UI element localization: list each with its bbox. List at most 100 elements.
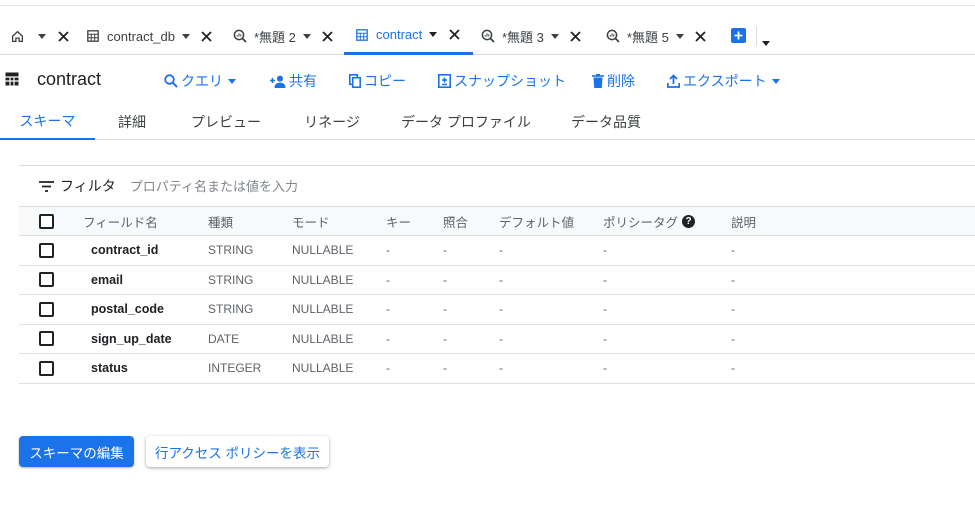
field-mode: NULLABLE (292, 272, 354, 287)
view-row-access-policies-button[interactable]: 行アクセス ポリシーを表示 (146, 436, 329, 467)
tab-details[interactable]: 詳細 (110, 104, 154, 140)
field-type: STRING (208, 302, 254, 317)
delete-button[interactable]: 削除 (592, 71, 635, 91)
field-mode: NULLABLE (292, 243, 354, 258)
tab-label: *無題 3 (502, 29, 544, 45)
field-default: - (499, 272, 503, 287)
tab-close-icon[interactable] (56, 30, 70, 42)
tab-menu-caret-icon[interactable] (37, 33, 47, 39)
copy-button-label: コピー (364, 73, 406, 89)
column-header[interactable]: 種類 (208, 207, 233, 235)
tab-close-icon[interactable] (694, 30, 708, 42)
tab-untitled-5[interactable]: *無題 5 (605, 17, 708, 55)
tab-menu-caret-icon[interactable] (550, 33, 560, 39)
tab-close-icon[interactable] (200, 30, 214, 42)
field-type: DATE (208, 331, 240, 346)
tab-untitled-2[interactable]: *無題 2 (232, 17, 335, 55)
field-name[interactable]: contract_id (91, 236, 158, 265)
field-policy-tags: - (603, 243, 607, 258)
tab-close-icon[interactable] (447, 29, 461, 40)
table-row: postal_code STRING NULLABLE - - - - - (19, 295, 975, 325)
export-button-label: エクスポート (683, 73, 767, 89)
tab-menu-caret-icon[interactable] (675, 33, 685, 39)
column-header[interactable]: フィールド名 (83, 207, 158, 235)
tab-data-profile[interactable]: データ プロファイル (398, 104, 534, 140)
field-policy-tags: - (603, 361, 607, 376)
field-policy-tags: - (603, 302, 607, 317)
delete-button-label: 削除 (607, 73, 635, 89)
column-header[interactable]: デフォルト値 (499, 207, 574, 235)
table-icon (5, 72, 19, 91)
field-type: STRING (208, 272, 254, 287)
table-row: status INTEGER NULLABLE - - - - - (19, 354, 975, 384)
row-checkbox[interactable] (39, 272, 54, 288)
field-description: - (731, 331, 735, 346)
chevron-down-icon (771, 78, 780, 84)
tab-menu-caret-icon[interactable] (181, 33, 191, 39)
field-default: - (499, 331, 503, 346)
table-row: sign_up_date DATE NULLABLE - - - - - (19, 325, 975, 354)
trash-icon (592, 74, 604, 88)
column-header[interactable]: モード (292, 207, 330, 235)
field-default: - (499, 243, 503, 258)
select-all-checkbox-cell (39, 207, 54, 235)
field-key: - (386, 243, 390, 258)
tab-data-quality[interactable]: データ品質 (566, 104, 646, 140)
row-checkbox[interactable] (39, 301, 54, 317)
chevron-down-icon (228, 78, 236, 84)
new-tab-plus-icon[interactable] (731, 28, 746, 43)
field-description: - (731, 272, 735, 287)
top-border (0, 0, 975, 6)
row-checkbox[interactable] (39, 360, 54, 376)
tab-contract[interactable]: contract (344, 17, 474, 55)
select-all-checkbox[interactable] (39, 213, 54, 229)
tab-overflow-caret-icon[interactable] (762, 33, 770, 51)
tab-close-icon[interactable] (321, 30, 335, 42)
column-header[interactable]: 説明 (731, 207, 756, 235)
snapshot-button[interactable]: スナップショット (438, 71, 566, 91)
tab-lineage[interactable]: リネージ (298, 104, 366, 140)
copy-button[interactable]: コピー (349, 71, 406, 91)
row-checkbox[interactable] (39, 331, 54, 347)
snapshot-icon (438, 74, 451, 88)
column-header[interactable]: キー (386, 207, 411, 235)
tab-schema[interactable]: スキーマ (0, 104, 95, 140)
field-name[interactable]: email (91, 266, 123, 295)
field-name[interactable]: status (91, 354, 128, 383)
field-mode: NULLABLE (292, 361, 354, 376)
share-button[interactable]: 共有 (270, 71, 317, 91)
tab-contract-db[interactable]: contract_db (85, 17, 214, 55)
tab-preview[interactable]: プレビュー (186, 104, 266, 140)
export-icon (667, 74, 680, 88)
edit-schema-button[interactable]: スキーマの編集 (19, 436, 134, 467)
query-icon (232, 28, 248, 44)
field-key: - (386, 272, 390, 287)
tab-untitled-3[interactable]: *無題 3 (480, 17, 583, 55)
field-type: INTEGER (208, 361, 262, 376)
field-key: - (386, 361, 390, 376)
query-button[interactable]: クエリ (164, 71, 236, 91)
help-icon[interactable]: ? (682, 214, 696, 228)
home-icon (9, 28, 25, 44)
field-name[interactable]: postal_code (91, 295, 164, 324)
field-collation: - (443, 272, 447, 287)
tab-menu-caret-icon[interactable] (428, 32, 438, 37)
tab-menu-caret-icon[interactable] (302, 33, 312, 39)
column-header-policy-tags[interactable]: ポリシータグ ? (603, 207, 696, 235)
tab-home[interactable] (9, 17, 70, 55)
field-description: - (731, 243, 735, 258)
field-mode: NULLABLE (292, 331, 354, 346)
filter-input[interactable] (129, 178, 430, 194)
export-button[interactable]: エクスポート (667, 71, 780, 91)
tab-divider (756, 26, 757, 46)
field-name[interactable]: sign_up_date (91, 325, 172, 354)
tab-close-icon[interactable] (569, 30, 583, 42)
table-header-row: フィールド名 種類 モード キー 照合 デフォルト値 ポリシータグ ? 説明 (19, 206, 975, 236)
snapshot-button-label: スナップショット (454, 73, 566, 89)
tab-label: contract (376, 27, 423, 42)
field-policy-tags: - (603, 331, 607, 346)
table-row: email STRING NULLABLE - - - - - (19, 266, 975, 295)
row-checkbox[interactable] (39, 242, 54, 258)
column-header[interactable]: 照合 (443, 207, 468, 235)
tab-label: *無題 2 (254, 29, 296, 45)
